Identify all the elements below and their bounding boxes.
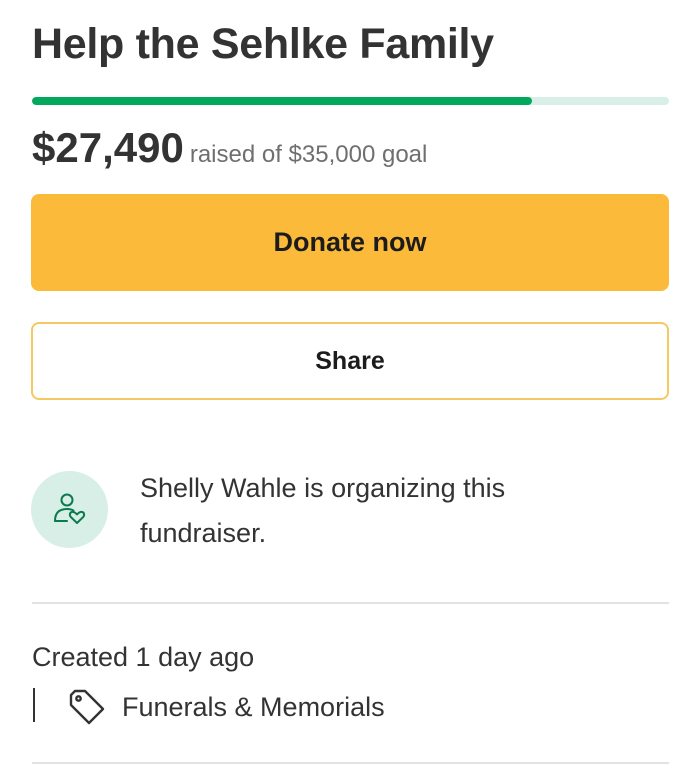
goal-text: raised of $35,000 goal: [189, 141, 428, 168]
progress-bar-fill: [32, 97, 533, 105]
organizer-avatar: [31, 471, 108, 548]
organizer-text: Shelly Wahle is organizing this fundrais…: [140, 473, 506, 548]
amount-raised: $27,490: [32, 124, 184, 171]
person-heart-icon: [53, 493, 85, 524]
category-label: Funerals & Memorials: [122, 691, 385, 722]
category-separator: [33, 688, 35, 722]
progress-bar: [32, 97, 669, 105]
divider: [32, 762, 669, 764]
divider: [32, 602, 669, 604]
tag-icon: [69, 689, 105, 725]
share-button[interactable]: Share: [31, 322, 669, 400]
created-date: Created 1 day ago: [32, 642, 255, 672]
category-link[interactable]: Funerals & Memorials: [66, 686, 385, 728]
donate-button[interactable]: Donate now: [31, 194, 669, 291]
amount-summary: $27,490 raised of $35,000 goal: [32, 124, 427, 172]
page-title: Help the Sehlke Family: [32, 20, 494, 68]
fundraiser-page: Help the Sehlke Family $27,490 raised of …: [0, 0, 700, 777]
